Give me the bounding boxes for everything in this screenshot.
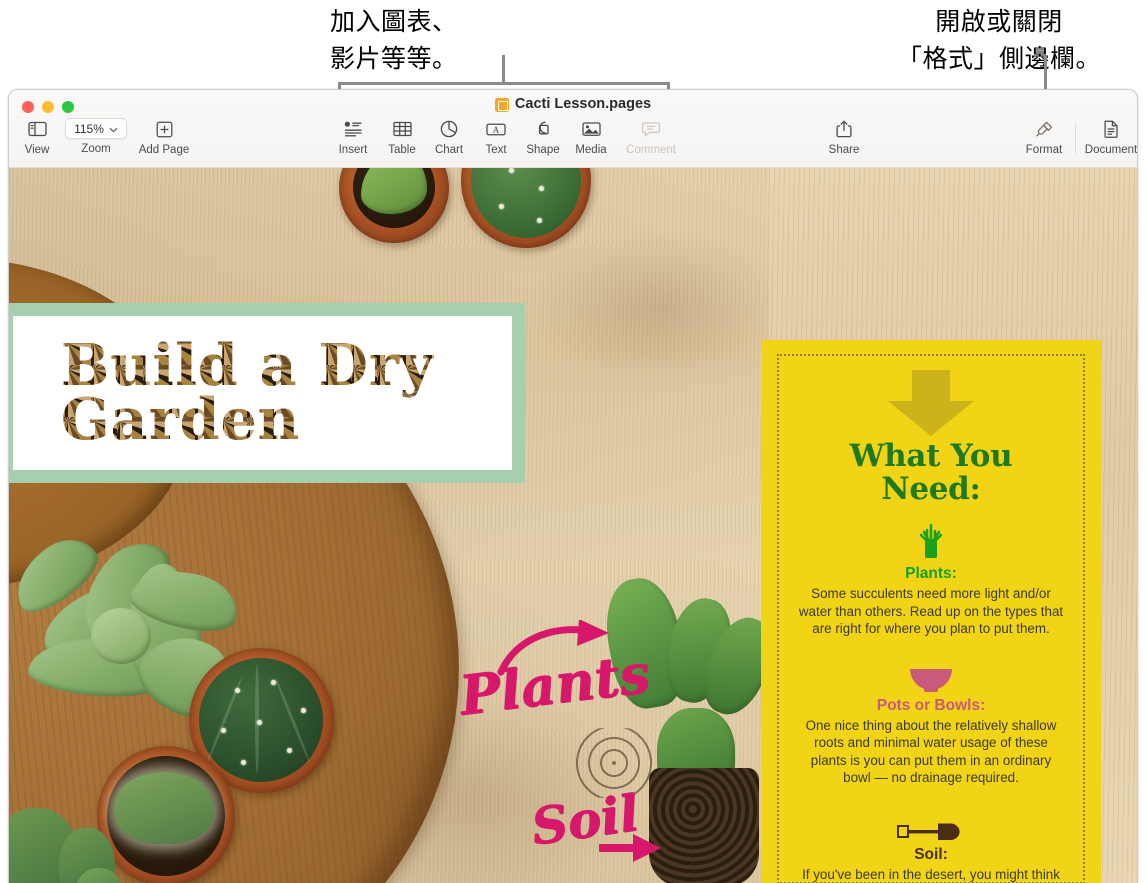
toolbar-media-label: Media — [575, 144, 607, 156]
toolbar-comment-label: Comment — [626, 144, 676, 156]
toolbar-table-label: Table — [388, 144, 416, 156]
chevron-down-icon — [109, 122, 118, 136]
toolbar-share-label: Share — [828, 144, 860, 156]
sidebar-icon — [27, 118, 47, 140]
panel-title-bowls: Pots or Bowls: — [876, 696, 986, 714]
spine — [537, 218, 542, 223]
spine — [241, 760, 246, 765]
toolbar-document-button[interactable]: Document — [1074, 118, 1138, 156]
annotation-plants-arrow — [497, 620, 609, 676]
plus-page-icon — [156, 118, 173, 140]
spine — [221, 728, 226, 733]
down-arrow-icon — [888, 370, 974, 436]
toolbar-share-button[interactable]: Share — [812, 118, 876, 156]
toolbar-shape-label: Shape — [526, 144, 560, 156]
title-banner[interactable]: Build a Dry Garden — [9, 303, 525, 483]
panel-title-plants: Plants: — [905, 565, 957, 583]
chart-icon — [440, 118, 458, 140]
bowl-icon — [797, 654, 1065, 694]
toolbar-text-label: Text — [485, 144, 507, 156]
zoom-value-text: 115% — [74, 121, 104, 136]
what-you-need-panel[interactable]: What You Need: Plants: Some succulents n… — [761, 340, 1101, 883]
zoom-dropdown[interactable]: 115% — [65, 118, 127, 139]
toolbar-document-label: Document — [1084, 144, 1138, 156]
toolbar-comment-button[interactable]: Comment — [614, 118, 688, 156]
spine — [271, 680, 276, 685]
cactus-icon — [797, 522, 1065, 562]
toolbar-format-label: Format — [1025, 144, 1063, 156]
table-icon — [392, 118, 412, 140]
spine — [287, 748, 292, 753]
panel-heading-line-1: What You — [849, 438, 1013, 474]
toolbar-add-page-label: Add Page — [138, 144, 190, 156]
shape-icon — [534, 118, 553, 140]
pages-file-icon — [494, 98, 509, 112]
cactus-hairy — [114, 772, 214, 844]
toolbar-zoom-control[interactable]: 115% Zoom — [64, 118, 128, 155]
spine — [235, 688, 240, 693]
toolbar-add-page-button[interactable]: Add Page — [129, 118, 199, 156]
toolbar-format-button[interactable]: Format — [1012, 118, 1076, 156]
panel-dotted-frame: What You Need: Plants: Some succulents n… — [777, 354, 1085, 883]
document-canvas[interactable]: Build a Dry Garden Plants Soil Bowls — [9, 168, 1137, 883]
document-title-bar[interactable]: Cacti Lesson.pages — [9, 96, 1137, 112]
panel-body-bowls: One nice thing about the relatively shal… — [805, 717, 1057, 786]
screenshot-root: 加入圖表、 影片等等。 開啟或關閉 「格式」側邊欄。 Cacti Lesson.… — [0, 0, 1146, 883]
document-icon — [1103, 118, 1119, 140]
panel-heading: What You Need: — [797, 438, 1065, 508]
insert-icon — [344, 118, 363, 140]
title-banner-inner: Build a Dry Garden — [13, 316, 512, 470]
toolbar-insert-label: Insert — [338, 144, 368, 156]
cacti-photo[interactable]: Build a Dry Garden Plants Soil Bowls — [9, 168, 769, 883]
rosette-center — [91, 608, 151, 664]
callout-insert-label: 加入圖表、 影片等等。 — [330, 8, 458, 73]
trowel-icon — [797, 803, 1065, 843]
wood-shadow-2 — [529, 228, 769, 388]
cactus-rib — [255, 664, 259, 774]
toolbar-view-button[interactable]: View — [9, 118, 69, 156]
panel-body-soil: If you've been in the desert, you might … — [802, 866, 1060, 882]
panel-block-soil: Soil: If you've been in the desert, you … — [797, 803, 1065, 883]
callout-format-label: 開啟或關閉 「格式」側邊欄。 — [896, 8, 1101, 73]
comment-icon — [642, 118, 660, 140]
spine — [301, 708, 306, 713]
panel-block-bowls: Pots or Bowls: One nice thing about the … — [797, 654, 1065, 787]
heading-line-2: Garden — [61, 386, 301, 453]
window-titlebar: Cacti Lesson.pages View 115% Zoom Add Pa… — [9, 90, 1137, 168]
paintbrush-icon — [1035, 118, 1054, 140]
spine — [539, 186, 544, 191]
spine — [509, 168, 514, 173]
annotation-soil-arrow — [599, 834, 661, 862]
toolbar-chart-label: Chart — [434, 144, 464, 156]
document-title-text: Cacti Lesson.pages — [514, 96, 652, 112]
panel-heading-line-2: Need: — [881, 471, 981, 508]
spine — [257, 720, 262, 725]
spine — [499, 204, 504, 209]
svg-text:A: A — [493, 125, 500, 135]
toolbar-zoom-label: Zoom — [81, 143, 111, 155]
panel-block-plants: Plants: Some succulents need more light … — [797, 522, 1065, 638]
share-icon — [836, 118, 852, 140]
text-icon: A — [486, 118, 506, 140]
callout-insert-leader — [502, 55, 505, 83]
panel-title-soil: Soil: — [914, 845, 948, 863]
toolbar-view-label: View — [24, 144, 50, 156]
pages-window: Cacti Lesson.pages View 115% Zoom Add Pa… — [8, 89, 1138, 883]
panel-body-plants: Some succulents need more light and/or w… — [798, 586, 1064, 637]
main-toolbar: View 115% Zoom Add Page Insert Table Cha… — [9, 118, 1137, 168]
document-heading: Build a Dry Garden — [13, 338, 434, 448]
media-icon — [581, 118, 601, 140]
